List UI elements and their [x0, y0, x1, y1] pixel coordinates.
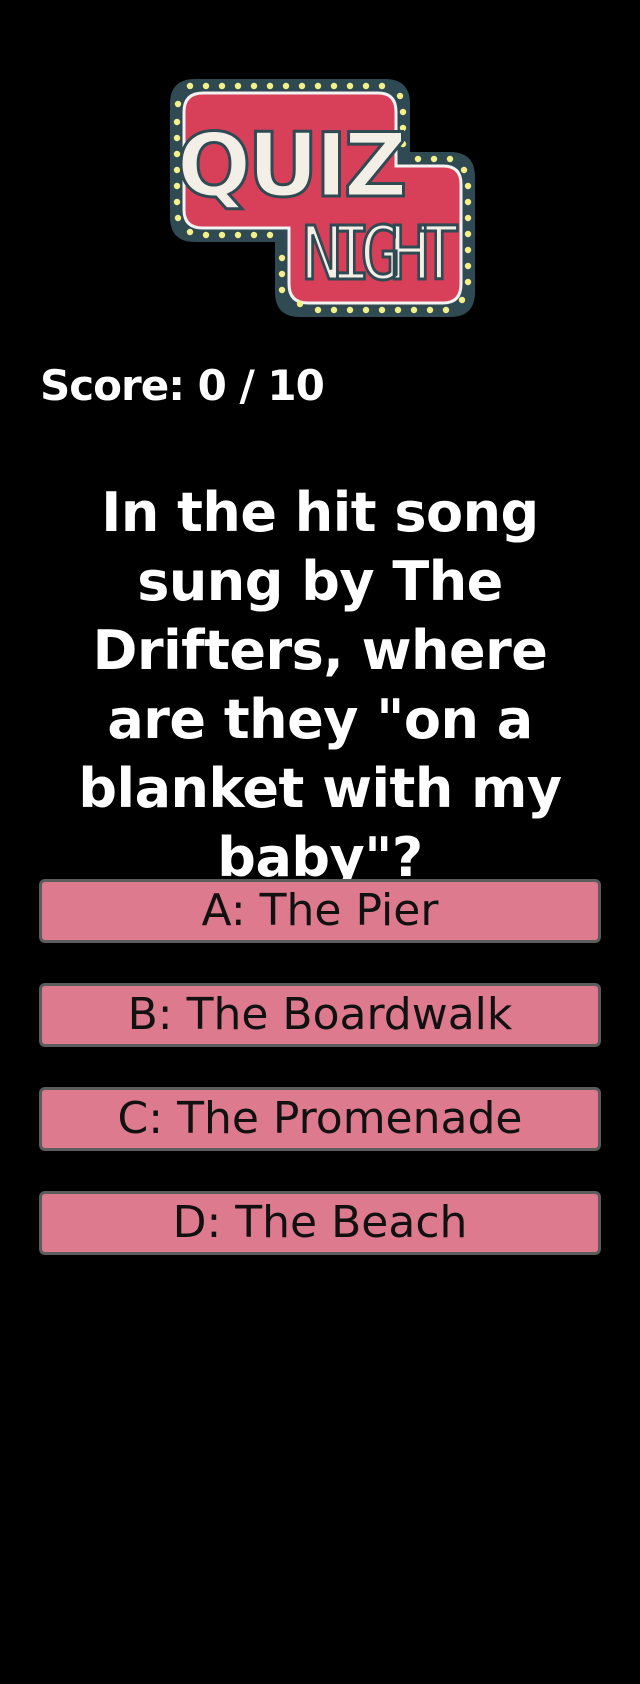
quiz-night-logo-graphic: QUIZ NIGHT	[170, 79, 475, 317]
logo-quiz-text: QUIZ	[177, 114, 404, 217]
answer-button-d[interactable]: D: The Beach	[39, 1191, 601, 1255]
logo-night-text: NIGHT	[302, 211, 458, 297]
answer-list: A: The Pier B: The Boardwalk C: The Prom…	[39, 879, 601, 1295]
score-display: Score: 0 / 10	[40, 361, 325, 410]
quiz-night-logo: QUIZ NIGHT	[150, 74, 490, 324]
answer-button-a[interactable]: A: The Pier	[39, 879, 601, 943]
answer-button-c[interactable]: C: The Promenade	[39, 1087, 601, 1151]
answer-button-b[interactable]: B: The Boardwalk	[39, 983, 601, 1047]
question-text: In the hit song sung by The Drifters, wh…	[78, 481, 562, 889]
